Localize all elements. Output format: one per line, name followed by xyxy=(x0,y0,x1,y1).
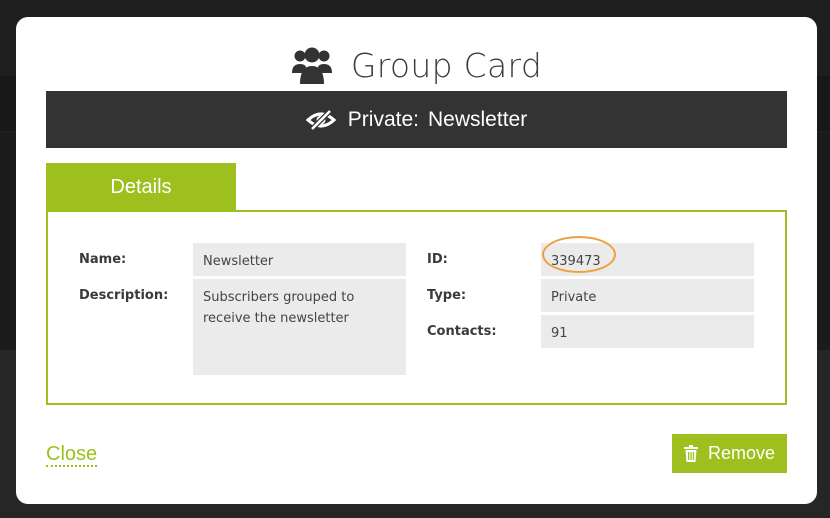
tab-details[interactable]: Details xyxy=(46,163,236,211)
remove-button[interactable]: Remove xyxy=(672,434,787,473)
details-panel: Name: Newsletter Description: Subscriber… xyxy=(46,210,787,405)
remove-button-label: Remove xyxy=(707,443,776,463)
description-field: Subscribers grouped to receive the newsl… xyxy=(193,279,406,375)
group-card-modal: Group Card Private: Newsletter Details N… xyxy=(16,17,817,504)
group-icon xyxy=(291,47,332,84)
id-field: 339473 xyxy=(541,243,754,276)
modal-header: Group Card xyxy=(16,41,817,89)
name-field: Newsletter xyxy=(193,243,406,276)
trash-icon xyxy=(683,445,698,462)
description-label: Description: xyxy=(79,288,169,303)
group-privacy-bar: Private: Newsletter xyxy=(46,91,787,148)
contacts-label: Contacts: xyxy=(427,324,497,339)
contacts-field: 91 xyxy=(541,315,754,348)
id-label: ID: xyxy=(427,252,448,267)
type-field: Private xyxy=(541,279,754,312)
group-type-label: Private: xyxy=(347,107,419,131)
modal-title: Group Card xyxy=(350,45,543,85)
eye-slash-icon xyxy=(305,108,336,131)
group-name-label: Newsletter xyxy=(428,107,528,131)
name-label: Name: xyxy=(79,252,127,267)
close-link[interactable]: Close xyxy=(46,443,98,467)
type-label: Type: xyxy=(427,288,467,303)
